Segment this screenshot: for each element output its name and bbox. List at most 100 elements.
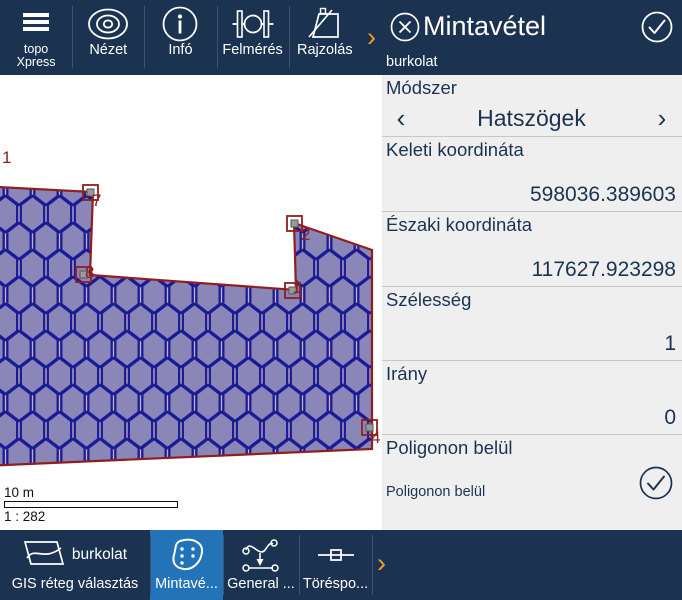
generalize-curve-icon — [237, 534, 285, 576]
hex-cell — [318, 520, 341, 530]
panel-bottom-filler — [382, 530, 682, 600]
hex-cell — [316, 464, 343, 467]
field-direction[interactable]: Irány 0 — [382, 361, 682, 435]
bottom-label-generalize: General ... — [227, 576, 295, 592]
hex-cell — [330, 437, 356, 467]
chevron-left-icon[interactable]: ‹ — [386, 105, 416, 131]
bottom-item-gis-layer[interactable]: burkolat GIS réteg választás — [0, 530, 150, 600]
map-canvas[interactable]: 1 7 8 2 1 4 10 m 1 : 282 — [0, 75, 382, 530]
hex-cell — [156, 142, 179, 178]
chevron-right-icon[interactable]: › — [377, 548, 386, 579]
hex-cell — [60, 437, 86, 467]
gis-layer-icon — [23, 538, 65, 573]
breakpoint-icon — [312, 534, 360, 576]
bottom-label-breakpoint: Töréspo... — [302, 576, 369, 592]
hex-cell — [303, 185, 329, 207]
map-graphics: 1 7 8 2 1 4 — [0, 142, 382, 530]
hex-cell — [343, 194, 370, 234]
hex-cell — [235, 464, 262, 467]
hex-cell — [370, 356, 372, 396]
info-circle-icon — [161, 5, 199, 43]
total-station-icon — [230, 5, 276, 43]
method-value[interactable]: Hatszögek — [416, 105, 647, 131]
hex-cell — [372, 142, 382, 178]
chevron-right-icon[interactable]: › — [647, 105, 677, 131]
toolbar-label-info: Infó — [168, 42, 193, 58]
bottom-item-breakpoint[interactable]: Töréspo... — [299, 530, 372, 600]
hex-cell — [127, 194, 154, 234]
field-north-coordinate[interactable]: Északi koordináta 117627.923298 — [382, 212, 682, 287]
toolbar-item-info[interactable]: Infó — [144, 0, 216, 75]
sampling-blob-icon — [167, 534, 207, 576]
hex-cell — [195, 185, 221, 207]
hex-cell — [222, 221, 248, 261]
vertex-label: 4 — [371, 428, 380, 447]
toolbar-more-button[interactable]: › — [361, 0, 382, 75]
field-value-east-coordinate: 598036.389603 — [530, 183, 676, 206]
field-label-north-coordinate: Északi koordináta — [386, 214, 533, 235]
panel-title: Mintavétel — [423, 12, 547, 41]
field-label-method: Módszer — [386, 77, 457, 98]
hex-cell — [343, 464, 370, 467]
hex-cell — [250, 493, 273, 529]
field-label-inside-polygon: Poligonon belül — [386, 437, 513, 458]
toolbar-item-drawing[interactable]: Rajzolás — [288, 0, 361, 75]
hex-cell — [331, 493, 354, 529]
vertex-label: 8 — [85, 263, 94, 282]
close-circle-icon[interactable] — [388, 10, 422, 44]
hex-cell — [262, 464, 289, 467]
panel-header: Mintavétel — [382, 0, 682, 53]
scale-bar-line — [4, 501, 178, 508]
hex-cell — [249, 437, 275, 467]
inside-polygon-check-toggle[interactable] — [638, 465, 674, 501]
hex-cell — [181, 248, 208, 288]
hex-cell — [196, 493, 219, 529]
hex-cell — [168, 185, 194, 207]
field-label-east-coordinate: Keleti koordináta — [386, 139, 524, 160]
toolbar-item-view[interactable]: Nézet — [72, 0, 144, 75]
field-method[interactable]: Módszer ‹ Hatszögek › — [382, 75, 682, 137]
scale-distance-label: 10 m — [4, 485, 35, 500]
draw-polygon-icon — [305, 5, 345, 43]
panel-subtitle-layer: burkolat — [382, 53, 682, 75]
hex-cell — [114, 437, 140, 467]
hex-cell — [316, 194, 343, 234]
hex-cell — [102, 142, 125, 178]
eye-icon — [86, 5, 130, 43]
hex-cell — [210, 142, 233, 178]
bottom-more-button[interactable]: › — [372, 530, 386, 600]
hex-cell — [370, 194, 372, 234]
top-toolbar: topo Xpress Nézet Infó Felmérés Rajzolás… — [0, 0, 382, 75]
hex-cell — [75, 142, 98, 178]
hex-cell — [235, 248, 262, 288]
hex-cell — [235, 194, 262, 234]
hamburger-menu-icon — [20, 5, 52, 43]
hex-cell — [114, 185, 140, 207]
sampling-panel: Mintavétel burkolat Módszer ‹ Hatszögek … — [382, 0, 682, 530]
bottom-item-sampling[interactable]: Mintavé... — [150, 530, 223, 600]
hex-cell — [6, 437, 32, 467]
field-width[interactable]: Szélesség 1 — [382, 287, 682, 361]
vertex-label: 7 — [92, 191, 101, 210]
hex-cell — [304, 493, 327, 529]
toolbar-label-view: Nézet — [89, 42, 128, 58]
hex-cell — [264, 142, 287, 178]
application-window: topo Xpress Nézet Infó Felmérés Rajzolás… — [0, 0, 682, 600]
field-east-coordinate[interactable]: Keleti koordináta 598036.389603 — [382, 137, 682, 212]
field-label-direction: Irány — [386, 363, 428, 384]
hex-cell — [262, 194, 289, 234]
hex-cell — [370, 248, 372, 288]
hex-cell — [237, 520, 260, 530]
hex-cell — [330, 185, 356, 207]
toolbar-item-topoxpress[interactable]: topo Xpress — [0, 0, 72, 75]
toolbar-label-survey: Felmérés — [222, 42, 283, 58]
hex-cell — [303, 437, 329, 467]
hex-cell — [100, 194, 127, 234]
field-inside-polygon[interactable]: Poligonon belül Poligonon belül — [382, 435, 682, 505]
method-spinner[interactable]: ‹ Hatszögek › — [386, 99, 677, 137]
toolbar-item-survey[interactable]: Felmérés — [216, 0, 289, 75]
bottom-item-generalize[interactable]: General ... — [223, 530, 299, 600]
hex-cell — [291, 520, 314, 530]
hex-cell — [264, 520, 287, 530]
check-circle-icon[interactable] — [640, 10, 674, 44]
